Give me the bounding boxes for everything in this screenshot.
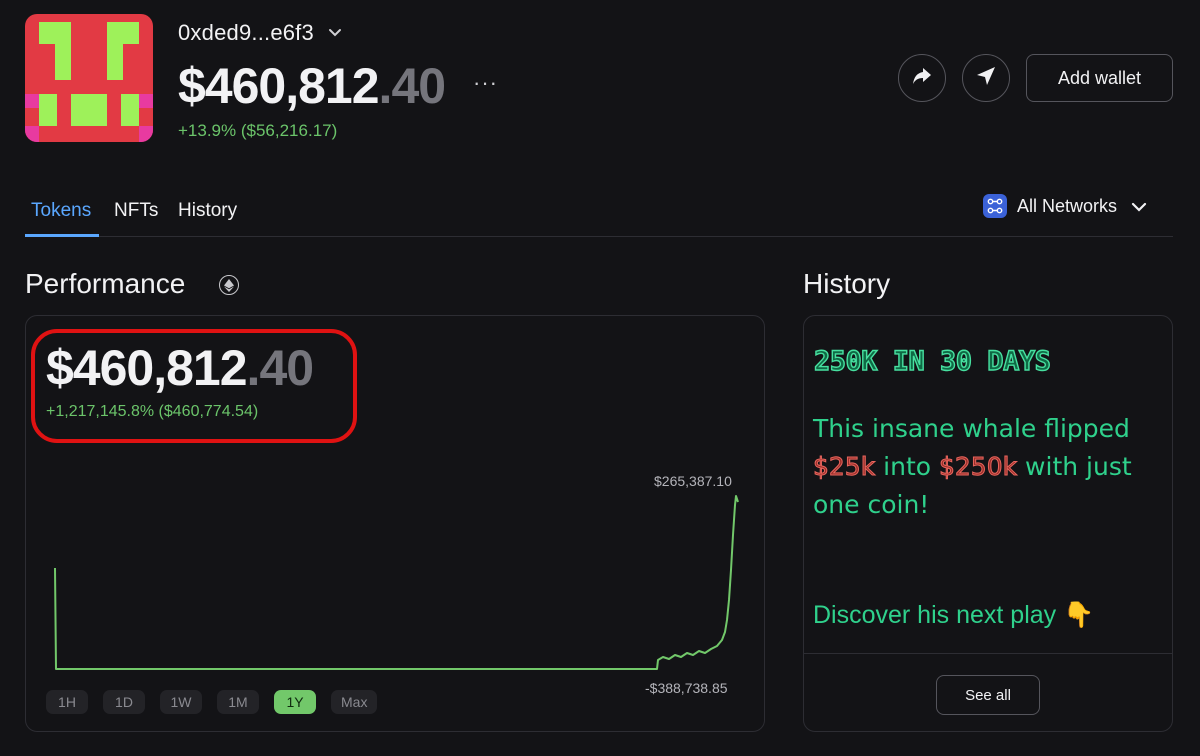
- chevron-down-icon: [328, 25, 342, 41]
- network-icon: [982, 194, 1007, 218]
- active-tab-indicator: [25, 234, 99, 237]
- network-selector-label: All Networks: [1016, 195, 1117, 216]
- chart-axis-max-label: $265,387.10: [654, 473, 732, 489]
- performance-line: [54, 495, 739, 670]
- balance-main: $460,812: [178, 58, 380, 114]
- see-all-button[interactable]: See all: [936, 675, 1040, 715]
- tab-tokens[interactable]: Tokens: [31, 200, 91, 222]
- performance-title: Performance: [25, 268, 186, 299]
- chart-axis-min-label: -$388,738.85: [645, 680, 728, 696]
- send-button[interactable]: [962, 54, 1010, 102]
- range-1w[interactable]: 1W: [160, 690, 202, 714]
- send-icon: [976, 66, 996, 91]
- add-wallet-button[interactable]: Add wallet: [1026, 54, 1173, 102]
- wallet-balance: $460,812.40: [178, 58, 447, 114]
- tab-history[interactable]: History: [178, 200, 237, 222]
- time-range-selector: 1H 1D 1W 1M 1Y Max: [46, 690, 378, 714]
- promo-mid: into: [875, 452, 939, 481]
- network-selector[interactable]: All Networks: [982, 194, 1147, 218]
- share-icon: [912, 67, 932, 90]
- promo-cta[interactable]: Discover his next play 👇: [813, 601, 1094, 630]
- promo-amount-2: $250k: [938, 452, 1018, 482]
- range-1y[interactable]: 1Y: [274, 690, 316, 714]
- more-options-icon[interactable]: ···: [473, 70, 498, 96]
- highlight-annotation: [31, 329, 357, 443]
- performance-chart: [54, 495, 739, 670]
- wallet-name-selector[interactable]: 0xded9...e6f3: [178, 20, 342, 46]
- wallet-name: 0xded9...e6f3: [178, 20, 314, 45]
- chevron-down-icon: [1131, 196, 1147, 217]
- history-divider: [804, 653, 1172, 654]
- promo-heading: 250K IN 30 DAYS: [813, 345, 1051, 377]
- history-title: History: [803, 268, 891, 299]
- promo-line-pre: This insane whale flipped: [813, 414, 1130, 443]
- wallet-avatar: [25, 14, 153, 142]
- balance-decimal: .40: [378, 58, 447, 114]
- range-1d[interactable]: 1D: [103, 690, 145, 714]
- range-1m[interactable]: 1M: [217, 690, 259, 714]
- range-1h[interactable]: 1H: [46, 690, 88, 714]
- history-card: 250K IN 30 DAYS This insane whale flippe…: [803, 315, 1173, 732]
- balance-change: +13.9% ($56,216.17): [178, 121, 338, 140]
- promo-amount-1: $25k: [812, 452, 876, 482]
- share-button[interactable]: [898, 54, 946, 102]
- tab-nfts[interactable]: NFTs: [114, 200, 158, 222]
- tab-bar: Tokens NFTs History All Networks: [25, 186, 1173, 237]
- promo-body: This insane whale flipped $25k into $250…: [812, 410, 1168, 524]
- range-max[interactable]: Max: [331, 690, 378, 714]
- ethereum-icon: [219, 275, 239, 295]
